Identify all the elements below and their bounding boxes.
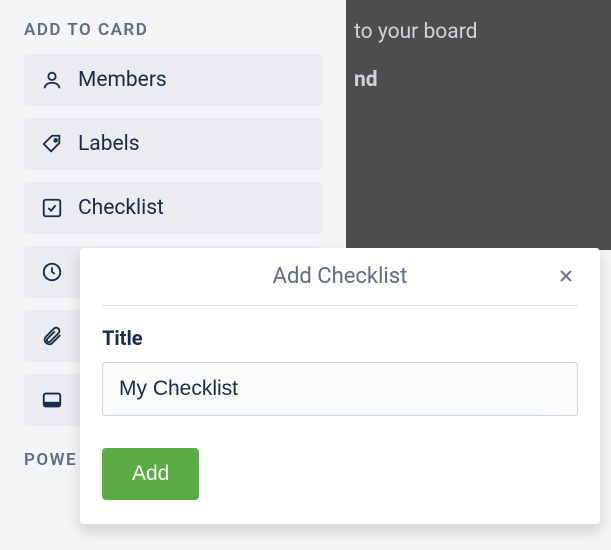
popover-title: Add Checklist bbox=[273, 264, 408, 289]
section-header-add-to-card: ADD TO CARD bbox=[24, 20, 322, 40]
add-button[interactable]: Add bbox=[102, 448, 199, 500]
overlay-text-1: to your board bbox=[354, 20, 603, 44]
sidebar-item-labels[interactable]: Labels bbox=[24, 118, 322, 170]
close-icon[interactable] bbox=[554, 264, 578, 288]
sidebar-item-members[interactable]: Members bbox=[24, 54, 322, 106]
checklist-icon bbox=[40, 196, 64, 220]
clock-icon bbox=[40, 260, 64, 284]
checklist-title-input[interactable] bbox=[102, 362, 578, 416]
sidebar-item-label: Labels bbox=[78, 132, 140, 156]
background-overlay: to your board nd bbox=[346, 0, 611, 250]
title-field-label: Title bbox=[102, 326, 578, 350]
sidebar-item-label: Checklist bbox=[78, 196, 164, 220]
cover-icon bbox=[40, 388, 64, 412]
sidebar-item-label: Members bbox=[78, 68, 167, 92]
attachment-icon bbox=[40, 324, 64, 348]
sidebar-item-checklist[interactable]: Checklist bbox=[24, 182, 322, 234]
person-icon bbox=[40, 68, 64, 92]
add-checklist-popover: Add Checklist Title Add bbox=[80, 248, 600, 524]
tag-icon bbox=[40, 132, 64, 156]
popover-header: Add Checklist bbox=[102, 264, 578, 306]
overlay-text-2: nd bbox=[354, 68, 603, 92]
